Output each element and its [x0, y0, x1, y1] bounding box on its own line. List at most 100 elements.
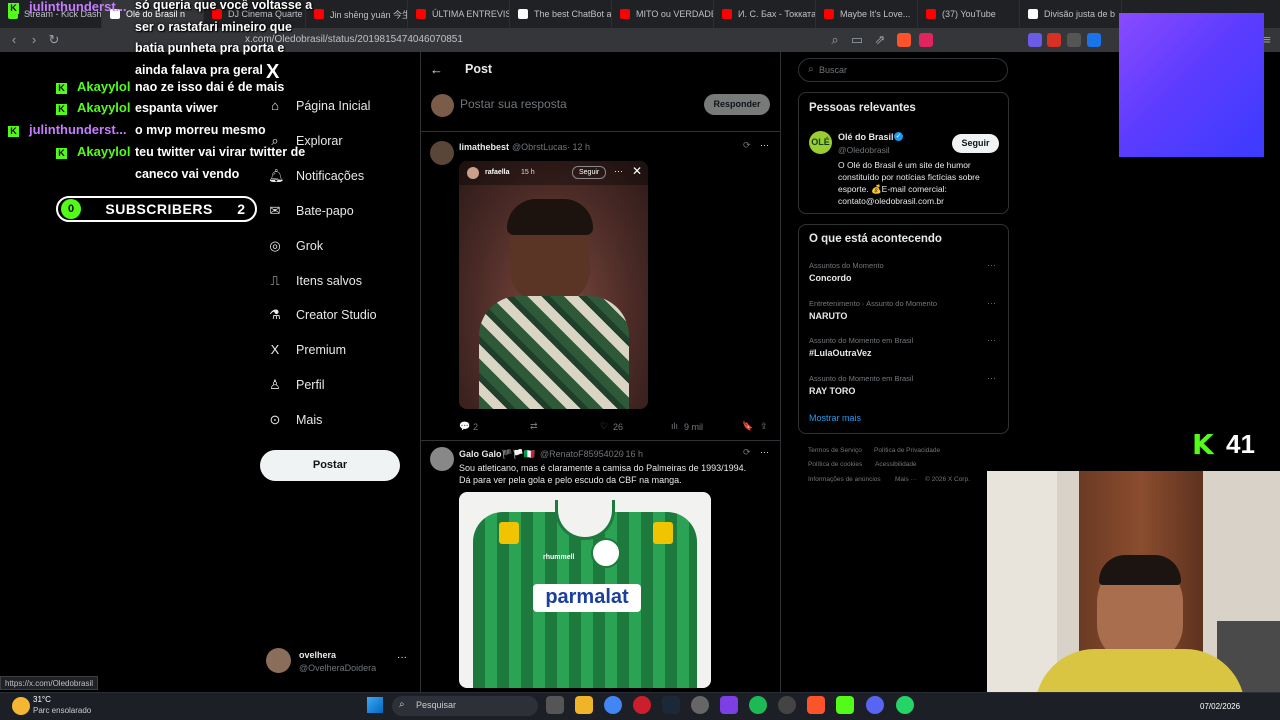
weather-temp[interactable]: 31°C — [33, 695, 51, 704]
spotify-icon[interactable] — [749, 696, 767, 714]
browser-tab[interactable]: ÚLTIMA ENTREVIST — [408, 0, 510, 28]
more-icon[interactable]: ··· — [397, 652, 407, 663]
tweet-author-name[interactable]: limathebest — [459, 142, 509, 152]
share-icon[interactable]: ⇪ — [760, 421, 768, 432]
chrome-icon[interactable] — [604, 696, 622, 714]
tweet-time[interactable]: · 12 h — [567, 142, 590, 152]
reply-button[interactable]: Responder — [704, 94, 770, 115]
tweet-author-handle[interactable]: @RenatoF85954020 — [540, 449, 624, 459]
account-switcher[interactable]: ovelhera @OvelheraDoidera ··· — [266, 646, 411, 676]
tweet-media[interactable]: rhummell parmalat — [459, 492, 711, 688]
avatar[interactable]: OLÉ — [809, 131, 832, 154]
brave-shield-icon[interactable] — [897, 33, 911, 47]
search-icon: ⌕ — [808, 64, 814, 75]
follow-button[interactable]: Seguir — [952, 134, 999, 153]
trend-meta: Assuntos do Momento — [809, 261, 884, 270]
app-icon[interactable] — [691, 696, 709, 714]
zoom-icon[interactable]: ⌕ — [826, 31, 844, 49]
views-count: 9 mil — [684, 422, 704, 432]
nav-item-premium[interactable]: X Premium — [268, 338, 346, 362]
browser-tab[interactable]: Divisão justa de b — [1020, 0, 1122, 28]
tweet-media[interactable]: rafaella 15 h Seguir ··· ✕ — [459, 161, 648, 409]
more-icon[interactable]: ··· — [987, 373, 996, 383]
trend-name[interactable]: NARUTO — [809, 311, 847, 321]
task-view-icon[interactable] — [546, 696, 564, 714]
bookmark-icon[interactable]: 🔖 — [742, 421, 753, 432]
browser-tab[interactable]: (37) YouTube — [918, 0, 1020, 28]
avatar[interactable] — [430, 447, 454, 471]
tweet-author-handle[interactable]: @ObrstLucas — [512, 142, 567, 152]
browser-tab[interactable]: И. С. Бах - Токката — [714, 0, 816, 28]
nav-item-bate-papo[interactable]: ✉ Bate-papo — [268, 199, 354, 223]
grok-icon[interactable]: ⟳ — [743, 140, 751, 151]
person-handle[interactable]: @Oledobrasil — [838, 145, 890, 155]
extension-icon[interactable] — [1028, 33, 1042, 47]
file-explorer-icon[interactable] — [575, 696, 593, 714]
chat-user: Kjulinthunderst... — [8, 123, 127, 137]
brave-rewards-icon[interactable] — [919, 33, 933, 47]
brave-icon[interactable] — [807, 696, 825, 714]
browser-tab[interactable]: The best ChatBot a — [510, 0, 612, 28]
footer-link[interactable]: Acessibilidade — [875, 461, 917, 468]
nav-item-creator-studio[interactable]: ⚗ Creator Studio — [268, 303, 376, 327]
taskbar-search[interactable]: ⌕ Pesquisar — [392, 696, 538, 716]
steam-icon[interactable] — [662, 696, 680, 714]
browser-tab[interactable]: Maybe It's Love... — [816, 0, 918, 28]
tweet-author-name[interactable]: Galo Galo🏴🏳️🇮🇹 — [459, 449, 535, 460]
tab-label: (37) YouTube — [942, 9, 996, 19]
share-icon[interactable]: ⇗ — [871, 31, 889, 49]
like-icon[interactable]: ♡ — [600, 421, 608, 432]
windows-start-icon[interactable] — [367, 697, 383, 713]
footer-link[interactable]: Mais ··· — [895, 476, 917, 483]
more-icon[interactable]: ··· — [760, 140, 769, 150]
extension-icon[interactable] — [1087, 33, 1101, 47]
back-arrow-icon[interactable]: ← — [430, 62, 443, 77]
more-icon[interactable]: ··· — [760, 447, 769, 457]
discord-icon[interactable] — [866, 696, 884, 714]
app-icon[interactable] — [778, 696, 796, 714]
whatsapp-icon[interactable] — [896, 696, 914, 714]
app-icon[interactable] — [720, 696, 738, 714]
cbf-badge — [499, 522, 519, 544]
views-icon[interactable]: ılı — [671, 421, 678, 431]
weather-desc[interactable]: Parc ensolarado — [33, 706, 91, 715]
nav-item-mais[interactable]: ⊙ Mais — [268, 408, 323, 432]
trend-name[interactable]: #LulaOutraVez — [809, 348, 872, 358]
weather-icon[interactable] — [12, 697, 30, 715]
nav-item-perfil[interactable]: ♙ Perfil — [268, 373, 324, 397]
close-icon: ✕ — [632, 164, 643, 178]
more-icon[interactable]: ··· — [987, 335, 996, 345]
extension-icon[interactable] — [1067, 33, 1081, 47]
chat-user: K Akayylol — [56, 101, 130, 115]
person-name[interactable]: Olé do Brasil — [838, 132, 894, 142]
tweet-time[interactable]: · 16 h — [620, 449, 643, 459]
reply-icon[interactable]: 💬 — [459, 421, 470, 432]
reply-input[interactable]: Postar sua resposta — [460, 97, 567, 111]
trend-name[interactable]: RAY TORO — [809, 386, 855, 396]
kick-icon[interactable] — [836, 696, 854, 714]
retweet-icon[interactable]: ⇄ — [530, 421, 538, 432]
nav-item-itens-salvos[interactable]: ⎍ Itens salvos — [268, 269, 362, 293]
footer-link[interactable]: Informações de anúncios — [808, 476, 881, 483]
grok-icon[interactable]: ⟳ — [743, 447, 751, 458]
cast-icon[interactable]: ▭ — [848, 31, 866, 49]
search-input[interactable]: ⌕ Buscar — [798, 58, 1008, 82]
footer-link[interactable]: Política de cookies — [808, 461, 862, 468]
opera-icon[interactable] — [633, 696, 651, 714]
browser-tab[interactable]: MITO ou VERDADE — [612, 0, 714, 28]
avatar[interactable] — [430, 141, 454, 165]
post-button[interactable]: Postar — [260, 450, 400, 481]
tab-favicon-icon — [416, 9, 426, 19]
account-name: ovelhera — [299, 650, 337, 660]
extension-icon[interactable] — [1047, 33, 1061, 47]
more-icon[interactable]: ··· — [987, 260, 996, 270]
chat-message: espanta viwer — [135, 101, 218, 115]
nav-item-grok[interactable]: ◎ Grok — [268, 234, 323, 258]
footer-link[interactable]: Política de Privacidade — [874, 447, 940, 454]
more-icon[interactable]: ··· — [987, 298, 996, 308]
show-more-link[interactable]: Mostrar mais — [809, 413, 861, 423]
tab-label: MITO ou VERDADE — [636, 9, 714, 19]
footer-link[interactable]: Termos de Serviço — [808, 447, 862, 454]
trend-name[interactable]: Concordo — [809, 273, 852, 283]
grok-icon: ◎ — [269, 237, 281, 253]
